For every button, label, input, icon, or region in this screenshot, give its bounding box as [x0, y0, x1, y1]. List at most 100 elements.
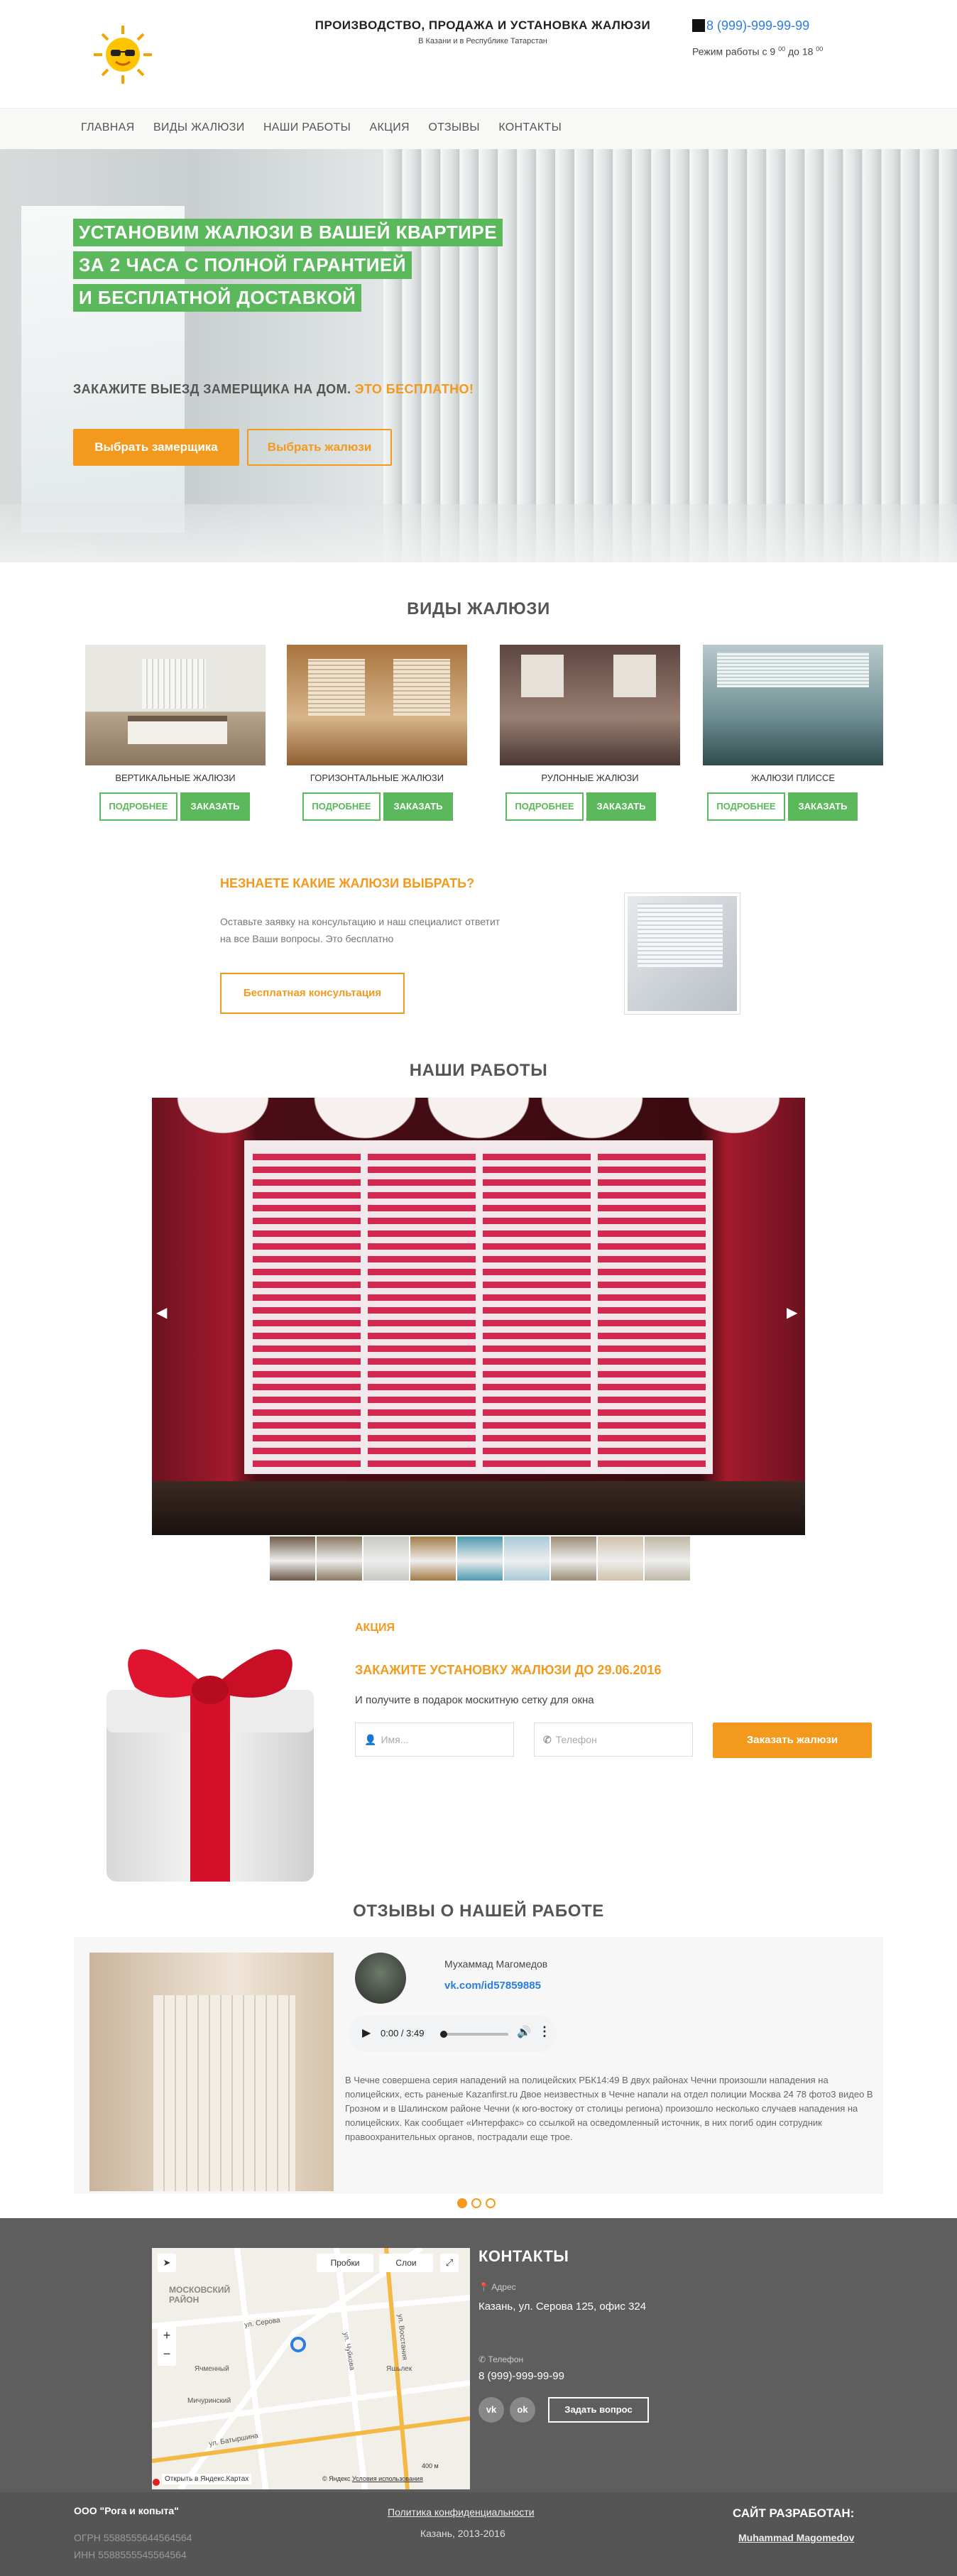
- nav-reviews[interactable]: ОТЗЫВЫ: [428, 121, 480, 134]
- horizontal-order-button[interactable]: ЗАКАЗАТЬ: [383, 792, 453, 821]
- nav-works[interactable]: НАШИ РАБОТЫ: [263, 121, 351, 134]
- header-phone-number[interactable]: 8 (999)-999-99-99: [706, 18, 809, 33]
- choose-measurer-button[interactable]: Выбрать замерщика: [73, 429, 239, 466]
- promo-label: АКЦИЯ: [355, 1622, 395, 1634]
- hero-blind-slat: [422, 149, 440, 562]
- types-title: ВИДЫ ЖАЛЮЗИ: [407, 599, 550, 618]
- map-layers-button[interactable]: Слои: [379, 2254, 433, 2272]
- nav-types[interactable]: ВИДЫ ЖАЛЮЗИ: [153, 121, 245, 134]
- more-options-icon[interactable]: ⋮: [538, 2024, 551, 2039]
- privacy-policy-link[interactable]: Политика конфиденциальности: [388, 2506, 535, 2518]
- map-traffic-button[interactable]: Пробки: [317, 2254, 373, 2272]
- vertical-blinds-image[interactable]: [85, 645, 266, 765]
- map-terms-link[interactable]: Условия использования: [352, 2475, 423, 2482]
- roller-order-button[interactable]: ЗАКАЗАТЬ: [586, 792, 656, 821]
- map-place3: Мичуринский: [187, 2397, 231, 2405]
- roller-more-button[interactable]: ПОДРОБНЕЕ: [505, 792, 584, 821]
- nav-contacts[interactable]: КОНТАКТЫ: [498, 121, 562, 134]
- gallery-thumbnail[interactable]: [317, 1537, 362, 1581]
- review-text: В Чечне совершена серия нападений на пол…: [345, 2075, 873, 2142]
- horizontal-more-button[interactable]: ПОДРОБНЕЕ: [302, 792, 381, 821]
- gallery-prev-arrow[interactable]: ◀: [156, 1304, 167, 1321]
- map-fullscreen-icon[interactable]: ⤢: [440, 2254, 459, 2272]
- audio-player[interactable]: ▶ 0:00 / 3:49 🔊 ⋮: [349, 2015, 557, 2052]
- vk-icon[interactable]: vk: [478, 2397, 504, 2423]
- map-zoom-control[interactable]: + −: [158, 2326, 176, 2366]
- map-district: МОСКОВСКИЙ РАЙОН: [169, 2285, 231, 2305]
- odnoklassniki-icon[interactable]: ok: [510, 2397, 535, 2423]
- vertical-more-button[interactable]: ПОДРОБНЕЕ: [99, 792, 177, 821]
- roller-blinds-image[interactable]: [500, 645, 680, 765]
- pleated-more-button[interactable]: ПОДРОБНЕЕ: [707, 792, 785, 821]
- hero-blind-slat: [537, 149, 555, 562]
- play-icon[interactable]: ▶: [362, 2026, 371, 2040]
- consult-image: [625, 893, 740, 1014]
- free-consult-button[interactable]: Бесплатная консультация: [220, 973, 405, 1014]
- logo-sun-icon[interactable]: [91, 23, 155, 87]
- promo-text: И получите в подарок москитную сетку для…: [355, 1694, 594, 1706]
- hero-blind-slat: [748, 149, 766, 562]
- map-copyright-text: © Яндекс: [322, 2475, 351, 2482]
- gallery-thumbnail[interactable]: [551, 1537, 596, 1581]
- horizontal-blinds-image[interactable]: [287, 645, 467, 765]
- hero-blind-slat: [460, 149, 478, 562]
- user-icon: 👤: [364, 1734, 377, 1745]
- vertical-order-button[interactable]: ЗАКАЗАТЬ: [180, 792, 250, 821]
- pleated-blinds-image[interactable]: [703, 645, 883, 765]
- order-blinds-button[interactable]: Заказать жалюзи: [713, 1723, 872, 1758]
- hero-blind-slat: [690, 149, 709, 562]
- hero-blind-slat: [728, 149, 747, 562]
- gallery-thumbnail[interactable]: [504, 1537, 549, 1581]
- type-label-vertical: ВЕРТИКАЛЬНЫЕ ЖАЛЮЗИ: [115, 773, 236, 783]
- review-dot-1[interactable]: [457, 2198, 467, 2208]
- gift-box-image: [106, 1649, 314, 1882]
- review-dot-3[interactable]: [486, 2198, 496, 2208]
- gallery-thumbnail[interactable]: [645, 1537, 690, 1581]
- header-phone[interactable]: 8 (999)-999-99-99: [692, 18, 809, 33]
- gallery-thumbnail[interactable]: [457, 1537, 503, 1581]
- reviewer-link[interactable]: vk.com/id57859885: [444, 1980, 541, 1992]
- gallery-next-arrow[interactable]: ▶: [787, 1304, 797, 1321]
- hero-cta-text: ЗАКАЖИТЕ ВЫЕЗД ЗАМЕРЩИКА НА ДОМ. ЭТО БЕС…: [73, 382, 474, 397]
- audio-time: 0:00 / 3:49: [381, 2028, 425, 2039]
- hero-blind-slat: [575, 149, 594, 562]
- avatar: [355, 1953, 406, 2004]
- nav-home[interactable]: ГЛАВНАЯ: [81, 121, 135, 134]
- location-pin-icon: 📍: [478, 2282, 489, 2292]
- hero-blind-slat: [843, 149, 862, 562]
- review-dot-2[interactable]: [471, 2198, 481, 2208]
- nav-promo[interactable]: АКЦИЯ: [370, 121, 410, 134]
- hero-blind-slat: [518, 149, 536, 562]
- hero-blind-slat: [594, 149, 613, 562]
- review-photo: [89, 1953, 334, 2191]
- ask-question-button[interactable]: Задать вопрос: [548, 2397, 649, 2423]
- promo-phone-input[interactable]: ✆ Телефон: [534, 1723, 693, 1757]
- gallery-thumbnail[interactable]: [363, 1537, 409, 1581]
- promo-name-input[interactable]: 👤 Имя...: [355, 1723, 514, 1757]
- gallery-thumbnail[interactable]: [598, 1537, 643, 1581]
- choose-blinds-button[interactable]: Выбрать жалюзи: [247, 429, 392, 466]
- inn: ИНН 5588555545564564: [74, 2549, 187, 2560]
- map-locate-icon[interactable]: ➤: [158, 2254, 176, 2272]
- volume-icon[interactable]: 🔊: [517, 2025, 531, 2039]
- yandex-map[interactable]: МОСКОВСКИЙ РАЙОН ул. Серова ул. Чуйкова …: [152, 2248, 470, 2489]
- hero-blind-slat: [786, 149, 804, 562]
- gallery-thumbnail[interactable]: [410, 1537, 456, 1581]
- works-gallery-image: ◀ ▶: [152, 1098, 805, 1535]
- audio-progress[interactable]: [440, 2031, 508, 2038]
- hero-blind-slat: [383, 149, 402, 562]
- promo-title: ЗАКАЖИТЕ УСТАНОВКУ ЖАЛЮЗИ ДО 29.06.2016: [355, 1663, 662, 1677]
- map-place1: Ячменный: [195, 2365, 229, 2373]
- address-value: Казань, ул. Серова 125, офис 324: [478, 2301, 647, 2313]
- gallery-thumbnail[interactable]: [270, 1537, 315, 1581]
- phone-value[interactable]: 8 (999)-999-99-99: [478, 2370, 564, 2382]
- phone-icon: ✆: [543, 1734, 552, 1745]
- developer-link[interactable]: Muhammad Magomedov: [738, 2532, 854, 2543]
- working-hours: Режим работы с 9 00 до 18 00: [692, 45, 823, 58]
- hero-floor-image: [0, 504, 957, 562]
- pleated-order-button[interactable]: ЗАКАЗАТЬ: [788, 792, 858, 821]
- address-label-text: Адрес: [491, 2282, 516, 2292]
- hero-blind-slat: [671, 149, 689, 562]
- ogrn: ОГРН 5588555644564564: [74, 2532, 192, 2543]
- map-open-link[interactable]: Открыть в Яндекс.Картах: [162, 2474, 252, 2484]
